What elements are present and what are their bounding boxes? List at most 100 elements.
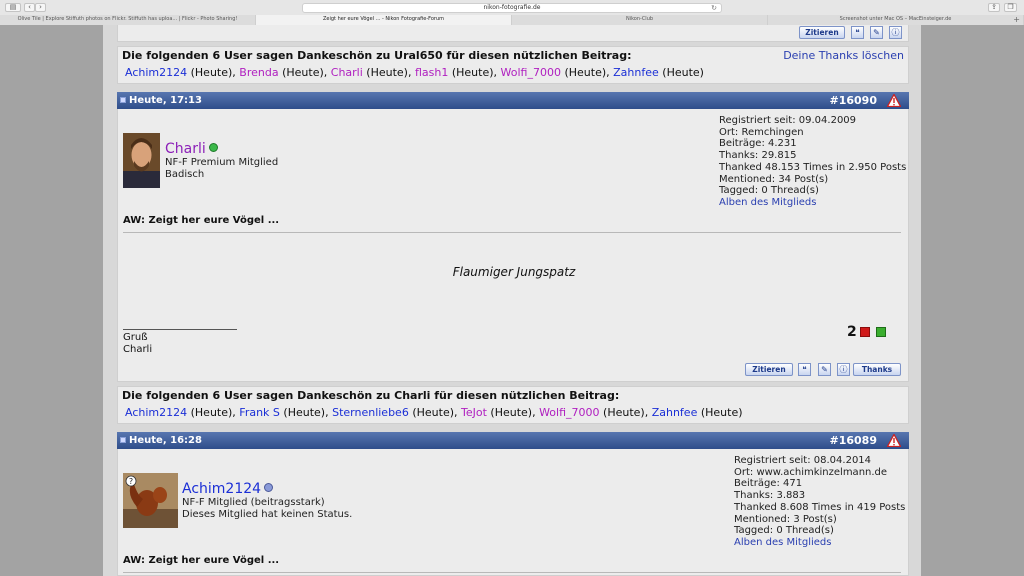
avatar[interactable] — [123, 133, 160, 188]
signature-line-2: Charli — [123, 344, 153, 355]
post-author[interactable]: Charli — [165, 141, 218, 157]
stat-posts: Beiträge: 471 — [734, 478, 803, 490]
thanks-user-list: Achim2124 (Heute), Frank S (Heute), Ster… — [122, 406, 904, 420]
report-post-icon[interactable] — [887, 94, 901, 107]
thanks-user-link[interactable]: Zahnfee — [613, 66, 659, 79]
stat-thanks: Thanks: 29.815 — [719, 150, 797, 162]
edit-icon[interactable]: ✎ — [818, 363, 831, 376]
thanks-user-suffix: (Heute) — [658, 66, 704, 79]
post-body: Charli NF-F Premium Mitglied Badisch Reg… — [117, 109, 909, 382]
post-status-icon — [120, 437, 126, 443]
post-body: ? Achim2124 NF-F Mitglied (beitragsstark… — [117, 449, 909, 576]
thanks-user-suffix: (Heute), — [279, 406, 333, 419]
tab-maceinsteiger[interactable]: Screenshot unter Mac OS – MacEinsteiger.… — [768, 15, 1024, 25]
post-title: AW: Zeigt her eure Vögel ... — [123, 215, 280, 226]
thanks-user-link[interactable]: Brenda — [239, 66, 278, 79]
thanks-user-suffix: (Heute), — [448, 66, 501, 79]
user-rank: NF-F Mitglied (beitragsstark) — [182, 497, 325, 508]
like-count: 2 — [847, 324, 857, 340]
thanks-user-link[interactable]: Charli — [331, 66, 363, 79]
thanks-user-link[interactable]: Achim2124 — [125, 66, 187, 79]
post-number[interactable]: #16090 — [830, 92, 878, 109]
tab-bar: Olive Tile | Explore Stiffuth photos on … — [0, 15, 1024, 25]
post-number[interactable]: #16089 — [830, 432, 878, 449]
thanks-user-link[interactable]: Frank S — [239, 406, 280, 419]
dislike-icon[interactable] — [860, 327, 870, 337]
thanks-user-suffix: (Heute), — [187, 66, 240, 79]
avatar[interactable]: ? — [123, 473, 178, 528]
report-post-icon[interactable] — [887, 434, 901, 447]
albums-link[interactable]: Alben des Mitglieds — [734, 537, 831, 548]
divider — [123, 572, 901, 573]
stat-mentioned: Mentioned: 34 Post(s) — [719, 173, 829, 185]
user-status: Badisch — [165, 169, 205, 180]
online-status-icon — [208, 143, 218, 152]
tab-flickr[interactable]: Olive Tile | Explore Stiffuth photos on … — [0, 15, 256, 25]
thanks-user-suffix: (Heute), — [362, 66, 415, 79]
like-icon[interactable] — [876, 327, 886, 337]
stat-location: Ort: www.achimkinzelmann.de — [734, 466, 888, 478]
post-header: Heute, 16:28 #16089 — [117, 432, 909, 449]
stat-mentioned: Mentioned: 3 Post(s) — [734, 513, 837, 525]
albums-link[interactable]: Alben des Mitglieds — [719, 197, 816, 208]
thanks-user-link[interactable]: Achim2124 — [125, 406, 187, 419]
multiquote-icon[interactable]: ❝ — [798, 363, 811, 376]
address-url: nikon-fotografie.de — [483, 4, 541, 11]
back-button[interactable]: ‹ — [24, 3, 35, 12]
stat-registered: Registriert seit: 08.04.2014 — [734, 455, 872, 466]
signature-line-1: Gruß — [123, 332, 148, 343]
forum-page: Zitieren ❝ ✎ ⓘ Die folgenden 6 User sage… — [103, 25, 921, 576]
reload-icon[interactable]: ↻ — [711, 4, 717, 12]
author-name[interactable]: Charli — [165, 141, 206, 157]
thanks-title: Die folgenden 6 User sagen Dankeschön zu… — [122, 389, 620, 402]
quote-button[interactable]: Zitieren — [745, 363, 793, 376]
user-status: Dieses Mitglied hat keinen Status. — [182, 509, 353, 520]
tab-nikon-club[interactable]: Nikon-Club — [512, 15, 768, 25]
thanks-button[interactable]: Thanks — [853, 363, 901, 376]
tabs-overview-button[interactable]: ❐ — [1004, 3, 1017, 12]
report-icon[interactable]: ⓘ — [889, 26, 902, 39]
stat-tagged: Tagged: 0 Thread(s) — [734, 525, 834, 537]
new-tab-button[interactable]: + — [1013, 15, 1020, 24]
thanks-box-ural650: Die folgenden 6 User sagen Dankeschön zu… — [117, 46, 909, 84]
post-status-icon — [120, 97, 126, 103]
author-name[interactable]: Achim2124 — [182, 481, 261, 497]
stat-registered: Registriert seit: 09.04.2009 — [719, 115, 857, 126]
browser-toolbar: ▤ ‹ › nikon-fotografie.de ↻ ⇪ ❐ Olive Ti… — [0, 0, 1024, 25]
report-icon[interactable]: ⓘ — [837, 363, 850, 376]
edit-icon[interactable]: ✎ — [870, 26, 883, 39]
post-date: Heute, 16:28 — [129, 435, 202, 446]
stat-thanks: Thanks: 3.883 — [734, 490, 806, 502]
quote-button[interactable]: Zitieren — [799, 26, 845, 39]
thanks-user-link[interactable]: Wolfi_7000 — [501, 66, 561, 79]
thanks-user-link[interactable]: Zahnfee — [652, 406, 698, 419]
user-stats: Registriert seit: 09.04.2009 Ort: Remchi… — [719, 115, 906, 209]
multiquote-icon[interactable]: ❝ — [851, 26, 864, 39]
thanks-user-link[interactable]: Sternenliebe6 — [332, 406, 409, 419]
thanks-box-charli: Die folgenden 6 User sagen Dankeschön zu… — [117, 386, 909, 424]
thanks-user-suffix: (Heute) — [697, 406, 743, 419]
delete-thanks-link[interactable]: Deine Thanks löschen — [783, 49, 904, 62]
post-title: AW: Zeigt her eure Vögel ... — [123, 555, 280, 566]
sidebar-toggle-button[interactable]: ▤ — [5, 3, 21, 12]
thanks-user-suffix: (Heute), — [560, 66, 614, 79]
forward-button[interactable]: › — [35, 3, 46, 12]
thanks-user-link[interactable]: TeJot — [461, 406, 487, 419]
svg-text:?: ? — [129, 477, 133, 486]
thanks-user-suffix: (Heute), — [486, 406, 540, 419]
stat-thanked: Thanked 48.153 Times in 2.950 Posts — [719, 161, 907, 173]
share-button[interactable]: ⇪ — [988, 3, 1000, 12]
post-date: Heute, 17:13 — [129, 95, 202, 106]
tab-forum[interactable]: Zeigt her eure Vögel ... - Nikon Fotogra… — [256, 15, 512, 25]
post-author[interactable]: Achim2124 — [182, 481, 274, 497]
previous-post-buttons: Zitieren ❝ ✎ ⓘ — [117, 25, 909, 42]
stat-tagged: Tagged: 0 Thread(s) — [719, 185, 819, 197]
signature: Gruß Charli — [123, 332, 152, 356]
signature-divider — [123, 329, 237, 330]
thanks-user-link[interactable]: Wolfi_7000 — [539, 406, 599, 419]
address-bar[interactable]: nikon-fotografie.de ↻ — [302, 3, 722, 13]
stat-thanked: Thanked 8.608 Times in 419 Posts — [734, 501, 906, 513]
thanks-user-link[interactable]: flash1 — [415, 66, 448, 79]
post-header: Heute, 17:13 #16090 — [117, 92, 909, 109]
thanks-user-suffix: (Heute), — [278, 66, 331, 79]
